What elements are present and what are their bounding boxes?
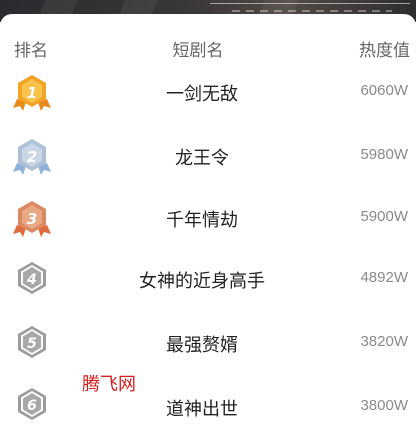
ranking-row[interactable]: 4 女神的近身高手 4892W <box>0 259 416 299</box>
ranking-row[interactable]: 3 千年情劫 5900W <box>0 198 416 238</box>
ranking-row[interactable]: 2 龙王令 5980W <box>0 136 416 176</box>
drama-title: 一剑无敌 <box>166 84 238 105</box>
watermark-text: 腾飞网 <box>82 374 136 395</box>
drama-title: 千年情劫 <box>166 210 238 231</box>
heat-value: 6060W <box>360 82 408 99</box>
heat-value: 5900W <box>360 208 408 225</box>
heat-column-header: 热度值 <box>359 41 410 61</box>
ranking-row[interactable]: 5 最强赘婿 3820W <box>0 323 416 363</box>
drama-title: 龙王令 <box>175 148 229 169</box>
heat-value: 4892W <box>360 269 408 286</box>
heat-value: 5980W <box>360 146 408 163</box>
name-column-header: 短剧名 <box>172 41 224 61</box>
drama-title: 女神的近身高手 <box>139 271 265 292</box>
ranking-row[interactable]: 6 道神出世 3800W <box>0 385 416 425</box>
heat-value: 3800W <box>360 397 408 414</box>
drama-title: 道神出世 <box>166 399 238 420</box>
drama-title: 最强赘婿 <box>166 335 238 356</box>
ranking-row[interactable]: 1 一剑无敌 6060W <box>0 72 416 112</box>
heat-value: 3820W <box>360 333 408 350</box>
